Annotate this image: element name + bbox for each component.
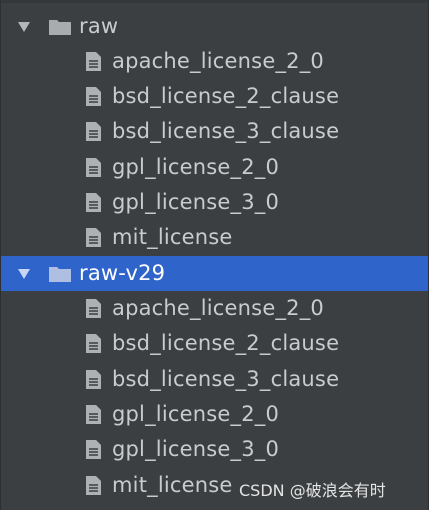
file-label: bsd_license_3_clause bbox=[112, 119, 340, 143]
file-icon bbox=[85, 86, 102, 107]
folder-label: raw bbox=[79, 14, 119, 38]
chevron-down-icon[interactable] bbox=[17, 20, 31, 34]
folder-label: raw-v29 bbox=[79, 261, 166, 285]
file-label: bsd_license_2_clause bbox=[112, 84, 340, 108]
file-icon bbox=[85, 157, 102, 178]
tree-file-item[interactable]: apache_license_2_0 bbox=[1, 291, 428, 326]
tree-folder-raw[interactable]: raw bbox=[1, 9, 428, 44]
tree-file-item[interactable]: gpl_license_3_0 bbox=[1, 432, 428, 467]
tree-file-item[interactable]: bsd_license_2_clause bbox=[1, 79, 428, 114]
tree-file-item[interactable]: bsd_license_3_clause bbox=[1, 114, 428, 149]
file-icon bbox=[85, 475, 102, 496]
file-label: gpl_license_2_0 bbox=[112, 402, 280, 426]
watermark-text: CSDN @破浪会有时 bbox=[239, 481, 386, 500]
file-icon bbox=[85, 298, 102, 319]
file-label: apache_license_2_0 bbox=[112, 296, 324, 320]
tree-file-item[interactable]: bsd_license_3_clause bbox=[1, 362, 428, 397]
file-label: apache_license_2_0 bbox=[112, 49, 324, 73]
tree-file-item[interactable]: bsd_license_2_clause bbox=[1, 326, 428, 361]
file-icon bbox=[85, 192, 102, 213]
tree-file-item[interactable]: gpl_license_2_0 bbox=[1, 397, 428, 432]
tree-file-item[interactable]: gpl_license_3_0 bbox=[1, 185, 428, 220]
tree-file-item[interactable]: apache_license_2_0 bbox=[1, 44, 428, 79]
file-label: mit_license bbox=[112, 473, 233, 497]
folder-icon bbox=[48, 265, 72, 283]
project-tree: raw apache_license_2_0 bsd_license_2_cla… bbox=[0, 0, 429, 510]
file-icon bbox=[85, 439, 102, 460]
file-label: gpl_license_3_0 bbox=[112, 190, 280, 214]
top-divider bbox=[1, 0, 428, 3]
file-icon bbox=[85, 369, 102, 390]
file-label: gpl_license_3_0 bbox=[112, 437, 280, 461]
file-label: bsd_license_3_clause bbox=[112, 367, 340, 391]
file-icon bbox=[85, 121, 102, 142]
file-label: mit_license bbox=[112, 225, 233, 249]
file-label: bsd_license_2_clause bbox=[112, 331, 340, 355]
file-icon bbox=[85, 227, 102, 248]
file-icon bbox=[85, 404, 102, 425]
folder-icon bbox=[48, 18, 72, 36]
file-label: gpl_license_2_0 bbox=[112, 155, 280, 179]
chevron-down-icon[interactable] bbox=[17, 267, 31, 281]
tree-folder-raw-v29[interactable]: raw-v29 bbox=[1, 256, 428, 291]
tree-file-item[interactable]: mit_license bbox=[1, 220, 428, 255]
file-icon bbox=[85, 333, 102, 354]
tree-file-item[interactable]: gpl_license_2_0 bbox=[1, 150, 428, 185]
file-icon bbox=[85, 51, 102, 72]
